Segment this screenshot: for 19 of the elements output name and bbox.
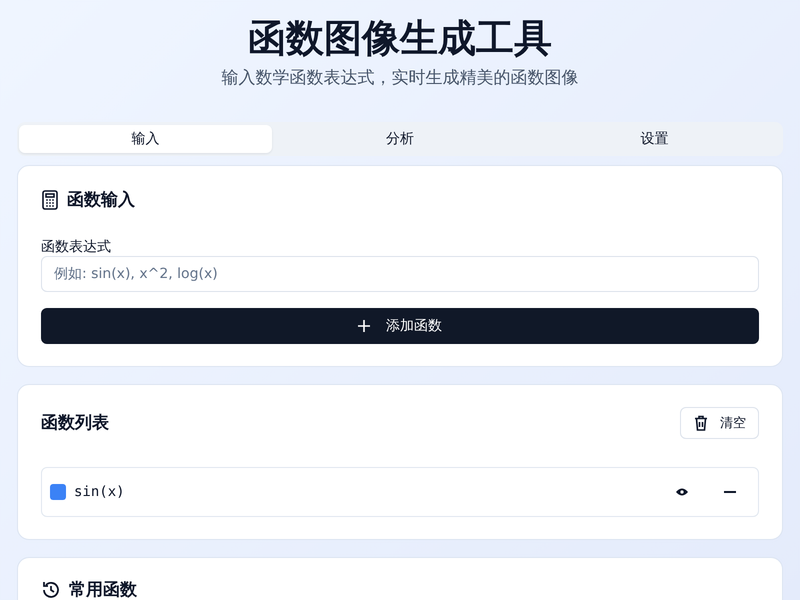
minus-icon bbox=[724, 491, 736, 493]
trash-icon bbox=[694, 415, 708, 431]
tab[interactable]: 设置 bbox=[528, 125, 782, 153]
eye-icon[interactable] bbox=[676, 488, 688, 496]
page-title: 函数图像生成工具 bbox=[247, 15, 553, 62]
history-icon bbox=[41, 580, 61, 600]
card-title: 函数输入 bbox=[67, 189, 135, 212]
clear-button[interactable]: 清空 bbox=[680, 407, 759, 439]
add-function-button[interactable]: 添加函数 bbox=[41, 308, 759, 344]
plus-icon bbox=[358, 320, 370, 332]
page-subtitle: 输入数学函数表达式，实时生成精美的函数图像 bbox=[220, 67, 580, 90]
card-title: 函数列表 bbox=[41, 412, 109, 435]
function-expression: sin(x) bbox=[74, 484, 126, 500]
card-title: 常用函数 bbox=[69, 579, 137, 600]
calculator-icon bbox=[41, 190, 59, 210]
tab[interactable]: 分析 bbox=[274, 125, 526, 153]
field-label: 函数表达式 bbox=[41, 238, 112, 256]
expression-input[interactable]: 例如: sin(x), x^2, log(x) bbox=[41, 256, 759, 292]
tab[interactable]: 输入 bbox=[19, 125, 272, 153]
